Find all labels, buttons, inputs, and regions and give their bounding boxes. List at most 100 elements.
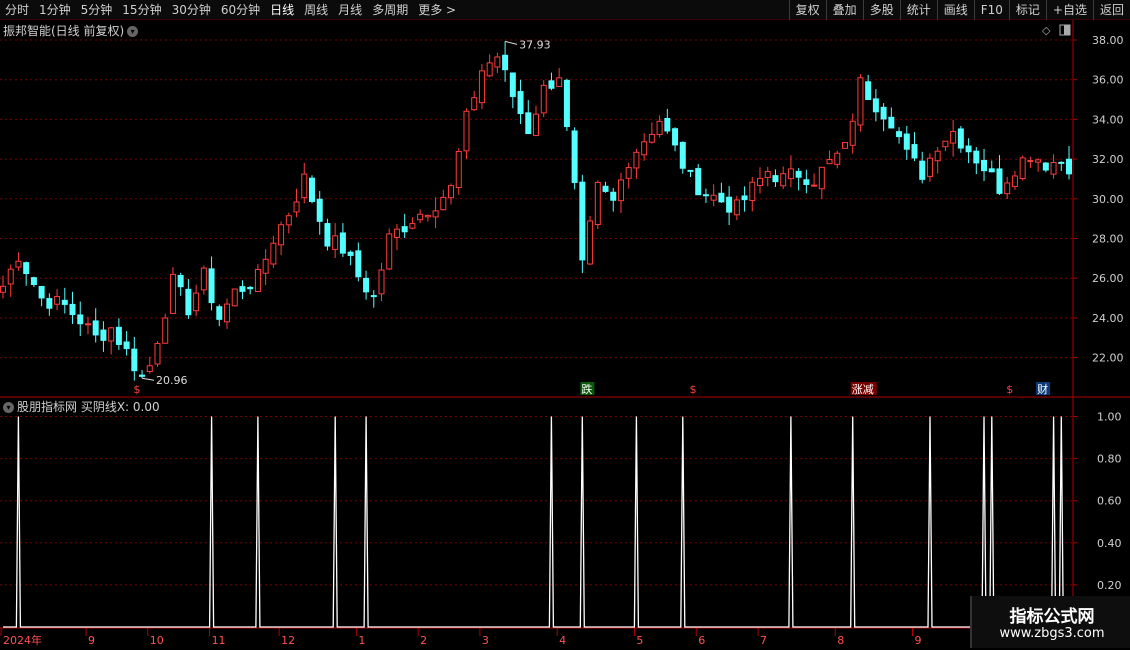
period-tab-0[interactable]: 分时 — [0, 0, 34, 20]
candle-body — [633, 151, 640, 169]
period-tab-4[interactable]: 30分钟 — [167, 0, 216, 20]
indicator-series-line — [3, 416, 1069, 628]
toolbar-button-1[interactable]: 叠加 — [825, 0, 863, 20]
candle-body — [772, 175, 779, 183]
candle-body — [1035, 159, 1042, 163]
event-marker[interactable]: $ — [133, 383, 140, 396]
date-tick-label: 1 — [358, 634, 365, 647]
indicator-tick-label: 0.80 — [1097, 453, 1122, 466]
candle-body — [455, 151, 462, 189]
date-tick-label: 2 — [420, 634, 427, 647]
period-tab-9[interactable]: 多周期 — [367, 0, 413, 20]
candle-body — [517, 91, 524, 115]
candle-body — [857, 77, 864, 126]
watermark-title: 指标公式网 — [1009, 607, 1095, 627]
date-tick-label: 3 — [482, 634, 489, 647]
toolbar-button-7[interactable]: +自选 — [1045, 0, 1093, 20]
indicator-tick-label: 0.20 — [1097, 579, 1122, 592]
candle-body — [231, 288, 238, 307]
candle-body — [463, 110, 470, 152]
candle-body — [154, 343, 161, 365]
date-tick-label: 4 — [559, 634, 566, 647]
event-marker[interactable]: $ — [689, 383, 696, 396]
event-marker[interactable]: 跌 — [581, 382, 592, 396]
candle-body — [193, 292, 200, 312]
candle-body — [865, 81, 872, 101]
candle-body — [548, 80, 555, 89]
candle-body — [787, 168, 794, 180]
period-tab-8[interactable]: 月线 — [333, 0, 367, 20]
candle-body — [123, 341, 130, 350]
candle-body — [672, 128, 679, 146]
candle-body — [1004, 182, 1011, 195]
candle-body — [880, 106, 887, 120]
toolbar-button-0[interactable]: 复权 — [788, 0, 826, 20]
candle-body — [903, 133, 910, 150]
date-tick-label: 5 — [636, 634, 643, 647]
candle-body — [973, 150, 980, 164]
toolbar-button-6[interactable]: 标记 — [1008, 0, 1046, 20]
date-tick-label: 10 — [150, 634, 164, 647]
candle-body — [92, 320, 99, 336]
candle-body — [146, 365, 153, 373]
candle-body — [478, 70, 485, 104]
date-tick-label: 8 — [837, 634, 844, 647]
candle-body — [432, 210, 439, 218]
event-marker[interactable]: 财 — [1037, 382, 1048, 396]
candle-body — [664, 118, 671, 132]
candle-body — [757, 177, 764, 186]
candle-body — [648, 133, 655, 143]
candle-body — [1011, 175, 1018, 187]
candle-body — [911, 144, 918, 159]
period-tab-1[interactable]: 1分钟 — [34, 0, 76, 20]
period-tab-6[interactable]: 日线 — [265, 0, 299, 20]
candle-body — [540, 84, 547, 114]
candle-body — [355, 250, 362, 278]
candle-body — [687, 169, 694, 172]
max-pointer — [504, 40, 518, 45]
candle-body — [841, 142, 848, 149]
candle-body — [579, 181, 586, 261]
toolbar-button-2[interactable]: 多股 — [862, 0, 900, 20]
watermark: 指标公式网 www.zbgs3.com — [970, 596, 1130, 648]
candle-body — [417, 213, 424, 221]
candle-body — [617, 179, 624, 202]
candle-body — [942, 140, 949, 148]
candle-body — [254, 269, 261, 292]
chart-area[interactable]: 38.00 36.00 34.00 32.00 30.00 28.00 26.00 24.00… — [0, 20, 1130, 650]
diamond-icon[interactable]: ◇ — [1042, 24, 1051, 37]
candle-body — [46, 298, 53, 309]
period-tab-5[interactable]: 60分钟 — [216, 0, 265, 20]
max-price-label: 37.93 — [519, 38, 551, 51]
indicator-tick-label: 1.00 — [1097, 411, 1122, 424]
candle-body — [393, 228, 400, 238]
period-tab-2[interactable]: 5分钟 — [76, 0, 118, 20]
event-marker[interactable]: 涨减 — [852, 383, 874, 396]
toolbar-button-5[interactable]: F10 — [973, 0, 1009, 20]
candle-body — [996, 168, 1003, 194]
date-tick-label: 9 — [88, 634, 95, 647]
date-tick-label: 11 — [212, 634, 226, 647]
toolbar-button-8[interactable]: 返回 — [1092, 0, 1130, 20]
candle-body — [77, 314, 84, 325]
candle-body — [919, 160, 926, 180]
period-tab-3[interactable]: 15分钟 — [117, 0, 166, 20]
toolbar-button-4[interactable]: 画线 — [936, 0, 974, 20]
candle-body — [749, 181, 756, 201]
event-marker[interactable]: $ — [1006, 383, 1013, 396]
candle-body — [115, 326, 122, 345]
date-tick-label: 7 — [760, 634, 767, 647]
toolbar: 分时 1分钟 5分钟 15分钟 30分钟 60分钟 日线 周线 月线 多周期 更多 > 复权 叠加 多股… — [0, 0, 1130, 20]
candle-body — [1027, 160, 1034, 163]
min-price-label: 20.96 — [156, 374, 188, 387]
candle-body — [811, 184, 818, 187]
toolbar-button-3[interactable]: 统计 — [899, 0, 937, 20]
candle-body — [926, 157, 933, 177]
candle-body — [216, 306, 223, 320]
period-tab-7[interactable]: 周线 — [299, 0, 333, 20]
candle-body — [1066, 158, 1072, 175]
candle-body — [54, 296, 61, 305]
period-tab-10[interactable]: 更多 > — [413, 0, 461, 20]
candle-body — [803, 179, 810, 185]
candle-body — [718, 192, 725, 203]
